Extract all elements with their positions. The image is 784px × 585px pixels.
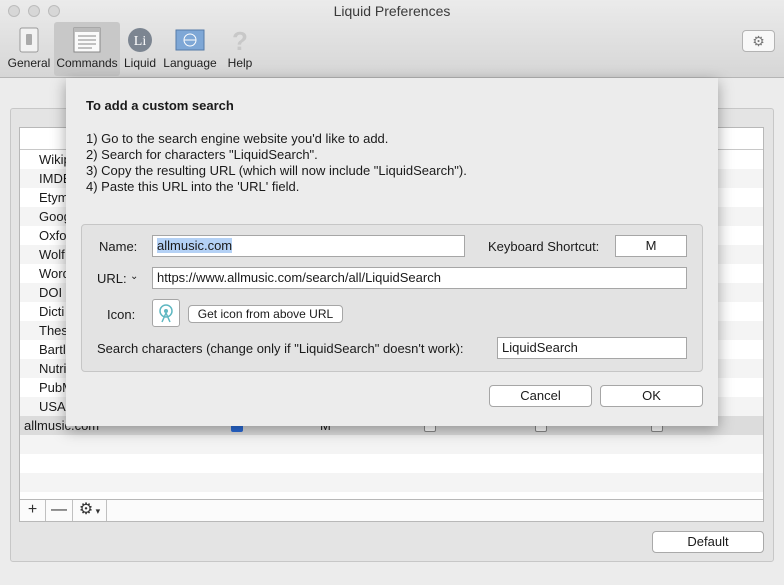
gear-icon: ⚙ <box>78 501 94 518</box>
minus-icon: — <box>51 501 67 518</box>
name-value: allmusic.com <box>157 238 233 253</box>
keyboard-shortcut-label: Keyboard Shortcut: <box>488 239 600 254</box>
instruction-step: 2) Search for characters "LiquidSearch". <box>86 147 318 162</box>
svg-text:?: ? <box>232 26 248 54</box>
name-field[interactable]: allmusic.com <box>152 235 465 257</box>
tab-commands[interactable]: Commands <box>54 22 120 76</box>
plus-icon: + <box>27 501 38 518</box>
default-button[interactable]: Default <box>652 531 764 553</box>
liquid-logo-icon: Li <box>128 28 152 52</box>
settings-gear-button[interactable]: ⚙ <box>742 30 775 52</box>
name-label: Name: <box>99 239 138 254</box>
icon-label: Icon: <box>107 307 136 322</box>
ok-button[interactable]: OK <box>600 385 703 407</box>
url-value: https://www.allmusic.com/search/all/Liqu… <box>157 270 441 285</box>
keyboard-shortcut-field[interactable]: M <box>615 235 687 257</box>
row-name: Bartl <box>39 342 66 357</box>
globe-flag-icon <box>175 29 205 51</box>
shortcut-value: M <box>645 238 657 253</box>
action-menu-button[interactable]: ⚙ ▾ <box>73 500 107 521</box>
site-icon-well[interactable] <box>152 299 180 327</box>
instruction-step: 3) Copy the resulting URL (which will no… <box>86 163 467 178</box>
gear-icon: ⚙ <box>752 33 765 49</box>
row-name: USA <box>39 399 66 414</box>
table-row <box>20 454 763 473</box>
row-name: Etym <box>39 190 69 205</box>
sheet-title: To add a custom search <box>86 98 234 113</box>
tab-liquid[interactable]: Li Liquid <box>120 22 160 76</box>
url-dropdown-chevron-icon[interactable]: ⌄ <box>130 271 138 282</box>
table-bottom-bar: + — ⚙ ▾ <box>19 500 764 522</box>
search-characters-field[interactable]: LiquidSearch <box>497 337 687 359</box>
instruction-step: 4) Paste this URL into the 'URL' field. <box>86 179 300 194</box>
list-window-icon <box>73 27 101 53</box>
chevron-down-icon: ▾ <box>93 506 101 516</box>
row-name: Thes <box>39 323 68 338</box>
search-settings-group: Name: allmusic.com Keyboard Shortcut: M … <box>81 224 703 372</box>
tab-general-label: General <box>7 56 51 70</box>
custom-search-sheet: To add a custom search 1) Go to the sear… <box>66 78 718 426</box>
row-name: Wolf <box>39 247 65 262</box>
row-name: Nutri <box>39 361 67 376</box>
tab-liquid-label: Liquid <box>123 56 157 70</box>
row-name: Oxfo <box>39 228 67 243</box>
tab-language[interactable]: Language <box>162 22 218 76</box>
row-name: Dicti <box>39 304 65 319</box>
cancel-button[interactable]: Cancel <box>489 385 592 407</box>
tab-language-label: Language <box>163 56 217 70</box>
toolbar: Liquid Preferences General Commands Li L… <box>0 0 784 78</box>
tab-commands-label: Commands <box>56 56 118 70</box>
remove-button[interactable]: — <box>46 500 73 521</box>
svg-text:Li: Li <box>134 34 147 49</box>
tab-help-label: Help <box>227 56 253 70</box>
table-row <box>20 435 763 454</box>
search-characters-label: Search characters (change only if "Liqui… <box>97 341 464 356</box>
row-name: DOI l <box>39 285 69 300</box>
broadcast-icon <box>159 304 173 323</box>
switch-icon <box>19 27 39 53</box>
preferences-window: Liquid Preferences General Commands Li L… <box>0 0 784 585</box>
table-row <box>20 473 763 492</box>
search-characters-value: LiquidSearch <box>502 340 578 355</box>
url-field[interactable]: https://www.allmusic.com/search/all/Liqu… <box>152 267 687 289</box>
tab-general[interactable]: General <box>4 22 54 76</box>
window-title: Liquid Preferences <box>333 3 451 19</box>
question-icon: ? <box>232 26 248 54</box>
instruction-step: 1) Go to the search engine website you'd… <box>86 131 389 146</box>
add-button[interactable]: + <box>20 500 46 521</box>
url-label: URL: <box>97 271 127 286</box>
get-icon-button[interactable]: Get icon from above URL <box>188 305 343 323</box>
tab-help[interactable]: ? Help <box>222 22 258 76</box>
